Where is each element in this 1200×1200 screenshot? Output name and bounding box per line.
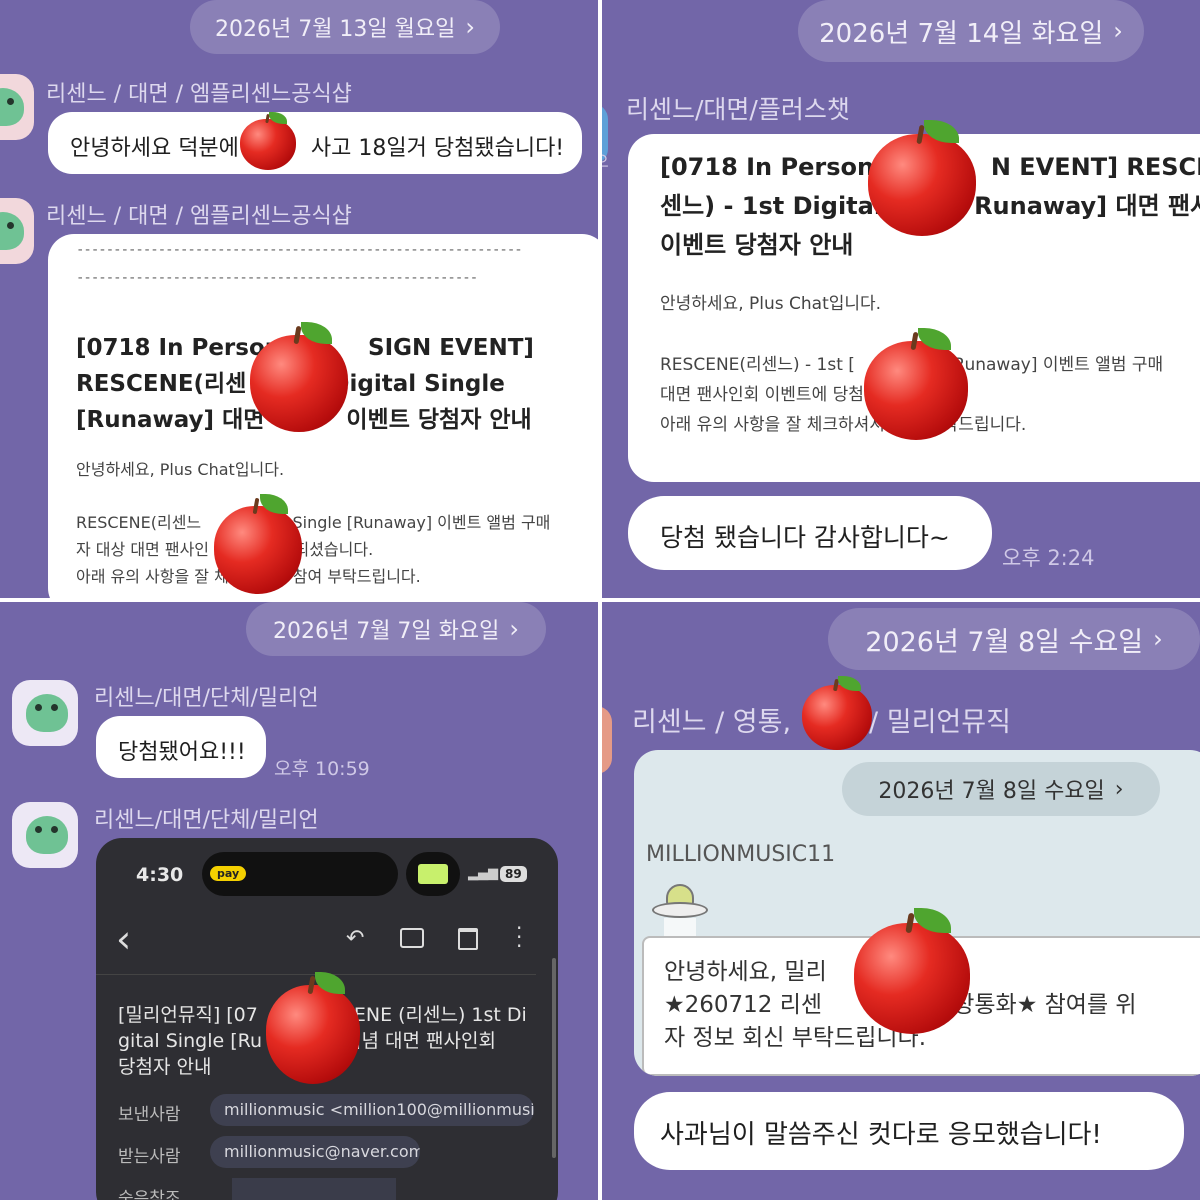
panel-chat-july-14: 2026년 7월 14일 화요일 › 오 리센느/대면/플러스챗 [0718 I…	[602, 0, 1200, 598]
avatar[interactable]	[12, 680, 78, 746]
bcc-field[interactable]	[232, 1178, 396, 1200]
avatar[interactable]	[0, 198, 34, 264]
back-arrow-icon[interactable]: ‹	[116, 920, 131, 958]
message-bubble[interactable]: 당첨됐어요!!!	[96, 716, 266, 778]
battery-icon: 89	[500, 866, 527, 882]
signal-icon: ▂▄▆	[468, 866, 498, 881]
panel-chat-july-8: 2026년 7월 8일 수요일 › 리센느 / 영통, / 밀리언뮤직 2026년…	[602, 602, 1200, 1200]
inner-sender: MILLIONMUSIC11	[646, 842, 836, 867]
chevron-right-icon: ›	[509, 615, 519, 643]
notice-body: RESCENE(리센느 al Single [Runaway] 이벤트 앨범 구매…	[76, 513, 551, 586]
inner-date-divider: 2026년 7월 8일 수요일 ›	[842, 762, 1160, 816]
sender-name: 리센느 / 대면 / 엠플리센느공식샵	[46, 204, 352, 229]
to-label: 받는사람	[118, 1147, 181, 1167]
sender-name: 리센느/대면/단체/밀리언	[94, 808, 319, 833]
divider-line: ----------------------------------------…	[76, 270, 478, 286]
date-divider[interactable]: 2026년 7월 13일 월요일 ›	[190, 0, 500, 54]
ufo-icon	[650, 884, 710, 940]
apple-sticker-icon	[214, 494, 302, 594]
sender-name: 리센느/대면/플러스챗	[626, 95, 850, 124]
apple-sticker-icon	[802, 676, 872, 750]
frog-icon	[26, 816, 68, 854]
message-bubble[interactable]: 사과님이 말씀주신 컷다로 응모했습니다!	[634, 1092, 1184, 1170]
apple-sticker-icon	[864, 328, 968, 440]
sender-name: 리센느/대면/단체/밀리언	[94, 686, 319, 711]
status-clock: 4:30	[136, 864, 184, 886]
avatar[interactable]	[12, 802, 78, 868]
apple-sticker-icon	[250, 322, 348, 432]
avatar-partial[interactable]	[602, 706, 612, 774]
date-divider[interactable]: 2026년 7월 14일 화요일 ›	[798, 0, 1144, 62]
chevron-right-icon: ›	[465, 13, 475, 41]
apple-sticker-icon	[240, 112, 296, 170]
side-time-mark: 오	[602, 148, 609, 172]
frog-icon	[26, 694, 68, 732]
chevron-right-icon: ›	[1113, 17, 1123, 45]
apple-sticker-icon	[854, 908, 970, 1034]
message-text-part1: 안녕하세요 덕분에	[70, 136, 239, 161]
date-text: 2026년 7월 13일 월요일	[214, 17, 456, 42]
date-text: 2026년 7월 14일 화요일	[819, 18, 1104, 49]
date-divider[interactable]: 2026년 7월 8일 수요일 ›	[828, 608, 1200, 670]
to-field[interactable]: millionmusic@naver.com	[210, 1136, 420, 1168]
trash-icon[interactable]	[458, 928, 478, 950]
mail-open-icon[interactable]	[400, 928, 424, 948]
message-text-part2: 사고 18일거 당첨됐습니다!	[310, 136, 565, 161]
pay-badge: pay	[210, 866, 247, 881]
notice-greeting: 안녕하세요, Plus Chat입니다.	[76, 460, 285, 479]
frog-icon	[0, 88, 24, 126]
avatar[interactable]	[0, 74, 34, 140]
apple-sticker-icon	[868, 120, 976, 236]
chevron-right-icon: ›	[1153, 625, 1163, 653]
from-field[interactable]: millionmusic <million100@millionmusi···	[210, 1094, 534, 1126]
reply-icon[interactable]: ↶	[346, 926, 364, 951]
message-time: 오후 2:24	[1002, 546, 1095, 570]
panel-chat-july-7: 2026년 7월 7일 화요일 › 리센느/대면/단체/밀리언 당첨됐어요!!!…	[0, 602, 598, 1200]
dynamic-island: pay	[202, 852, 398, 896]
from-label: 보낸사람	[118, 1105, 181, 1125]
frog-icon	[0, 212, 24, 250]
apple-sticker-icon	[266, 972, 360, 1084]
date-text: 2026년 7월 8일 수요일	[865, 626, 1144, 658]
message-time: 오후 10:59	[274, 758, 370, 780]
divider-line: ----------------------------------------…	[76, 242, 523, 258]
message-bubble[interactable]: 안녕하세요 덕분에 사고 18일거 당첨됐습니다!	[48, 112, 582, 174]
camera-pill	[406, 852, 460, 896]
sender-name: 리센느 / 대면 / 엠플리센느공식샵	[46, 82, 352, 107]
date-text: 2026년 7월 7일 화요일	[272, 619, 500, 644]
bcc-label: 숨은참조	[118, 1189, 181, 1200]
scrollbar[interactable]	[552, 958, 556, 1158]
notice-greeting: 안녕하세요, Plus Chat입니다.	[660, 294, 882, 314]
message-bubble[interactable]: 당첨 됐습니다 감사합니다~	[628, 496, 992, 570]
panel-chat-july-13: 2026년 7월 13일 월요일 › 리센느 / 대면 / 엠플리센느공식샵 안…	[0, 0, 598, 598]
date-divider[interactable]: 2026년 7월 7일 화요일 ›	[246, 602, 546, 656]
more-icon[interactable]: · · ·	[516, 918, 522, 956]
